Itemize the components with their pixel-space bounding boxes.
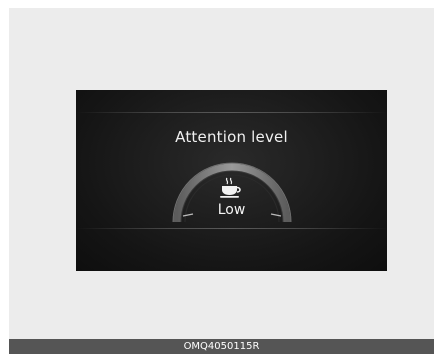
attention-level-title: Attention level	[175, 128, 288, 146]
cluster-display: Attention level Low	[76, 90, 387, 271]
display-divider-bottom	[76, 228, 387, 229]
figure-frame: Attention level Low	[9, 8, 434, 339]
coffee-cup-icon	[220, 177, 241, 198]
attention-level-value: Low	[217, 202, 246, 218]
figure-caption-bar: OMQ4050115R	[9, 339, 434, 354]
display-divider-top	[76, 112, 387, 113]
figure-code: OMQ4050115R	[183, 341, 260, 352]
